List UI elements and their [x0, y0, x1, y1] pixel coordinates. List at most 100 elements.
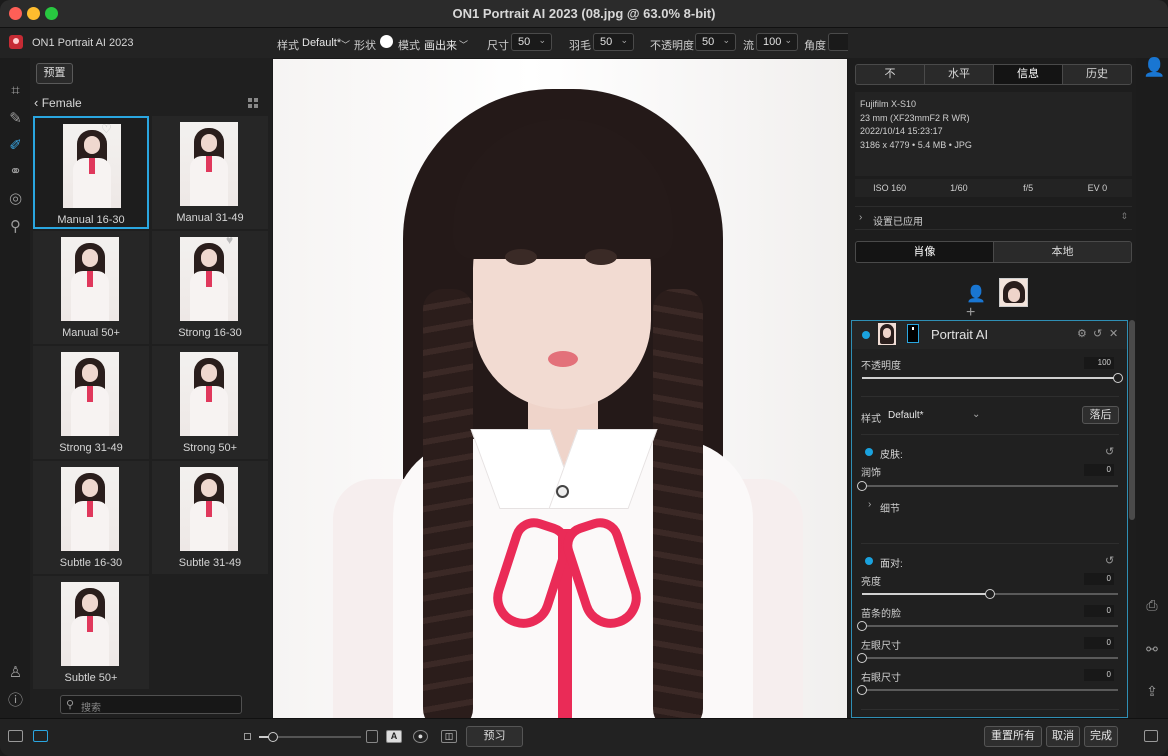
heart-icon[interactable]: ♡ [101, 123, 113, 135]
image-canvas[interactable] [272, 58, 848, 719]
module-opacity-value[interactable]: 100 [1084, 357, 1114, 369]
right-panel-scrollbar[interactable] [1129, 320, 1135, 520]
tab-local[interactable]: 本地 [994, 242, 1131, 262]
module-style-select[interactable]: Default* [888, 410, 924, 421]
preset-item[interactable]: Strong 50+ [152, 346, 268, 459]
size-field[interactable]: 50 ⌄ [511, 33, 552, 51]
zoom-slider[interactable] [259, 732, 361, 742]
smooth-value[interactable]: 0 [1084, 464, 1114, 476]
reset-icon[interactable]: ↺ [1105, 554, 1114, 567]
user-account-icon[interactable]: ♙ [7, 664, 24, 681]
detail-expander[interactable]: 细节 [880, 500, 900, 515]
module-enable-toggle[interactable] [862, 331, 870, 339]
share-icon[interactable]: ⚯ [1143, 640, 1161, 658]
preset-thumbnail [61, 582, 119, 666]
flow-field[interactable]: 100 ⌄ [756, 33, 798, 51]
zoom-in-icon[interactable] [366, 730, 378, 743]
preset-category-back[interactable]: ‹ Female [34, 95, 82, 110]
tab-info[interactable]: 信息 [994, 65, 1063, 84]
brightness-value[interactable]: 0 [1084, 573, 1114, 585]
tab-portrait[interactable]: 肖像 [856, 242, 994, 262]
skin-enable-toggle[interactable] [865, 448, 873, 456]
behind-button[interactable]: 落后 [1082, 406, 1119, 424]
print-icon[interactable]: ⎙ [1143, 596, 1161, 614]
left-eye-size-value[interactable]: 0 [1084, 637, 1114, 649]
presets-panel: 预置 ‹ Female ♡ Manual 16-30 Manual 31-49 … [30, 58, 272, 718]
face-marker-icon[interactable] [556, 485, 569, 498]
presets-button[interactable]: 预置 [36, 63, 73, 84]
tab-history[interactable]: 历史 [1063, 65, 1131, 84]
help-icon[interactable]: ⓘ [7, 692, 24, 709]
slider-knob[interactable] [857, 685, 867, 695]
slim-face-slider[interactable] [857, 621, 1118, 631]
grid-view-icon[interactable] [248, 98, 258, 108]
slider-knob[interactable] [985, 589, 995, 599]
slider-knob[interactable] [857, 653, 867, 663]
slim-face-value[interactable]: 0 [1084, 605, 1114, 617]
cancel-button[interactable]: 取消 [1046, 726, 1080, 747]
portrait-photo[interactable] [273, 59, 847, 719]
slider-knob[interactable] [857, 621, 867, 631]
opacity-field[interactable]: 50 ⌄ [695, 33, 736, 51]
retouch-brush-icon[interactable]: ✎ [7, 110, 24, 127]
reset-all-button[interactable]: 重置所有 [984, 726, 1042, 747]
chevron-right-icon[interactable]: › [868, 499, 871, 510]
portrait-user-icon[interactable]: 👤 [1143, 58, 1165, 76]
chevron-down-icon[interactable]: ﹀ [341, 38, 350, 51]
toggle-left-panel-icon[interactable] [8, 730, 23, 742]
mask-thumbnail[interactable] [907, 324, 919, 343]
chevron-down-icon[interactable]: ﹀ [459, 38, 468, 51]
reset-icon[interactable]: ↺ [1093, 327, 1102, 340]
reset-icon[interactable]: ↺ [1105, 445, 1114, 458]
angle-field[interactable] [828, 33, 848, 51]
face-enable-toggle[interactable] [865, 557, 873, 565]
left-eye-size-slider[interactable] [857, 653, 1118, 663]
settings-applied-section[interactable]: › 设置已应用 ⇕ [855, 206, 1132, 230]
title-bar: ON1 Portrait AI 2023 (08.jpg @ 63.0% 8-b… [0, 0, 1168, 28]
mode-select[interactable]: 画出来 [424, 37, 457, 53]
tab-levels[interactable]: 水平 [925, 65, 994, 84]
preset-item[interactable]: Subtle 16-30 [33, 461, 149, 574]
preset-item[interactable]: ♡ Manual 16-30 [33, 116, 149, 229]
tab-navigator[interactable]: 不 [856, 65, 925, 84]
slider-knob[interactable] [857, 481, 867, 491]
module-opacity-slider[interactable] [862, 373, 1123, 383]
right-eye-size-value[interactable]: 0 [1084, 669, 1114, 681]
feather-field[interactable]: 50 ⌄ [593, 33, 634, 51]
brush-shape-icon[interactable] [380, 35, 393, 48]
mask-overlay-icon[interactable]: ● [413, 730, 428, 743]
preset-search-input[interactable]: ⚲ 搜索 [60, 695, 242, 714]
export-icon[interactable]: ⇪ [1143, 682, 1161, 700]
close-icon[interactable]: ✕ [1109, 327, 1118, 340]
brightness-slider[interactable] [862, 589, 1118, 599]
preset-item[interactable]: Strong 31-49 [33, 346, 149, 459]
smooth-slider[interactable] [857, 481, 1118, 491]
heart-icon[interactable]: ♥ [226, 234, 238, 246]
preset-item[interactable]: Manual 31-49 [152, 116, 268, 229]
auto-view-icon[interactable]: A [386, 730, 402, 743]
compare-view-icon[interactable]: ◫ [441, 730, 457, 743]
add-face-icon[interactable]: 👤+ [966, 284, 990, 321]
preset-item[interactable]: Subtle 31-49 [152, 461, 268, 574]
done-button[interactable]: 完成 [1084, 726, 1118, 747]
zoom-pan-icon[interactable]: ⚲ [7, 218, 24, 235]
slider-knob[interactable] [268, 732, 278, 742]
toggle-browser-panel-icon[interactable] [33, 730, 48, 742]
clone-stamp-icon[interactable]: ⚭ [7, 163, 24, 180]
preset-item[interactable]: ♥ Strong 16-30 [152, 231, 268, 344]
preset-item[interactable]: Subtle 50+ [33, 576, 149, 689]
chevron-down-icon[interactable]: ⌄ [972, 409, 980, 420]
face-thumbnail[interactable] [878, 323, 896, 345]
detected-face-thumbnail[interactable] [999, 278, 1028, 307]
preset-item[interactable]: Manual 50+ [33, 231, 149, 344]
crop-icon[interactable]: ⌗ [7, 82, 24, 99]
right-eye-size-slider[interactable] [857, 685, 1118, 695]
fingerprint-icon[interactable]: ◎ [7, 190, 24, 207]
slider-knob[interactable] [1113, 373, 1123, 383]
preview-button[interactable]: 预习 [466, 726, 523, 747]
toggle-right-panel-icon[interactable] [1144, 730, 1158, 742]
adjust-brush-icon[interactable]: ✐ [7, 137, 24, 154]
zoom-out-icon[interactable] [244, 733, 251, 740]
gear-icon[interactable]: ⚙ [1077, 327, 1087, 340]
brush-style-select[interactable]: Default* [302, 37, 341, 49]
